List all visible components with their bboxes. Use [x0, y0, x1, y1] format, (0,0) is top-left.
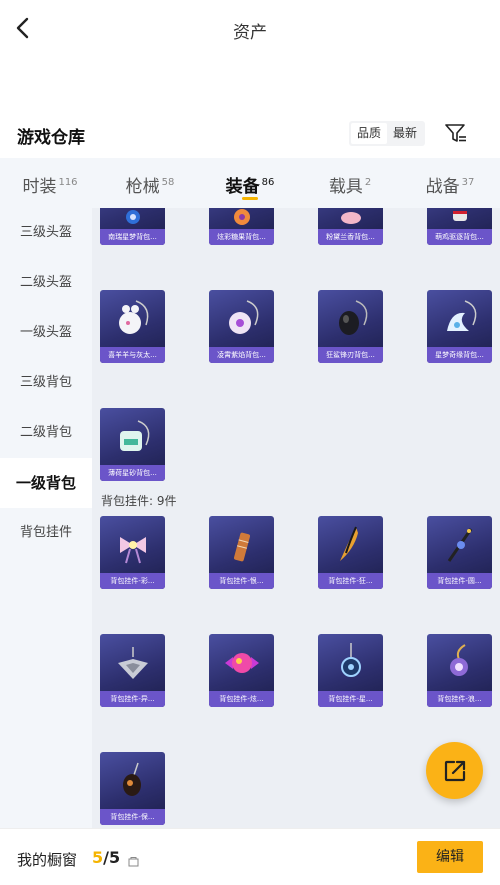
charm-thumbnail	[209, 634, 274, 690]
backpack-thumbnail	[100, 208, 165, 228]
tab-firearms[interactable]: 枪械 58	[100, 158, 200, 208]
item-card[interactable]: 背包挂件-浪...	[427, 634, 492, 707]
showcase-count-used: 5	[92, 848, 104, 867]
sort-quality-button[interactable]: 品质	[351, 123, 388, 144]
item-name: 背包挂件-恨...	[209, 573, 274, 589]
charms-group-label: 背包挂件: 9件	[101, 494, 177, 508]
backpack-thumbnail	[318, 208, 383, 228]
tab-count: 86	[261, 177, 275, 189]
item-card[interactable]: 狂鲨锋刃背包...	[318, 290, 383, 363]
filter-icon	[445, 124, 466, 142]
charm-thumbnail	[427, 516, 492, 572]
page-title: 资产	[233, 23, 267, 43]
item-grid: 南瑞星梦背包... 炫彩糖果背包... 粉黛兰香背包... 萌鸡驱逐背包... …	[92, 208, 500, 828]
item-card[interactable]: 背包挂件-狂...	[318, 516, 383, 589]
item-name: 喜羊羊与灰太...	[100, 347, 165, 363]
tab-count: 2	[364, 177, 372, 189]
item-name: 炫彩糖果背包...	[209, 229, 274, 245]
sort-toggle: 品质 最新	[349, 121, 426, 146]
tab-count: 37	[461, 177, 475, 189]
backpack-thumbnail	[318, 290, 383, 346]
backpack-thumbnail	[100, 290, 165, 346]
tab-fashion[interactable]: 时装 116	[0, 158, 100, 208]
bottom-bar: 我的橱窗 5/5 编辑	[0, 828, 500, 885]
sidebar-item-backpack-1[interactable]: 一级背包	[0, 458, 92, 508]
item-name: 狂鲨锋刃背包...	[318, 347, 383, 363]
item-card[interactable]: 凌霄紫焰背包...	[209, 290, 274, 363]
item-name: 背包挂件-异...	[100, 691, 165, 707]
charm-thumbnail	[318, 634, 383, 690]
charm-thumbnail	[318, 516, 383, 572]
item-card[interactable]: 背包挂件-星...	[318, 634, 383, 707]
sidebar-item-backpack-3[interactable]: 三级背包	[0, 358, 92, 408]
item-card[interactable]: 炫彩糖果背包...	[209, 208, 274, 245]
item-name: 星梦奇缘背包...	[427, 347, 492, 363]
sidebar-item-helmet-3[interactable]: 三级头盔	[0, 208, 92, 258]
item-card[interactable]: 背包挂件-炫...	[209, 634, 274, 707]
sidebar-item-backpack-2[interactable]: 二级背包	[0, 408, 92, 458]
item-card[interactable]: 萌鸡驱逐背包...	[427, 208, 492, 245]
category-tabs: 时装 116 枪械 58 装备 86 载具 2 战备 37	[0, 158, 500, 208]
sidebar-item-helmet-2[interactable]: 二级头盔	[0, 258, 92, 308]
charm-thumbnail	[100, 752, 165, 808]
item-card[interactable]: 背包挂件-彩...	[100, 516, 165, 589]
item-card[interactable]: 背包挂件-异...	[100, 634, 165, 707]
sidebar-item-helmet-1[interactable]: 一级头盔	[0, 308, 92, 358]
item-name: 背包挂件-炫...	[209, 691, 274, 707]
share-button[interactable]	[426, 742, 483, 799]
tab-label: 装备	[225, 177, 260, 197]
item-card[interactable]: 喜羊羊与灰太...	[100, 290, 165, 363]
sidebar-item-backpack-charms[interactable]: 背包挂件	[0, 508, 92, 558]
showcase-count-total: 5	[108, 848, 121, 867]
info-icon[interactable]	[128, 852, 139, 867]
backpack-thumbnail	[209, 290, 274, 346]
tab-combat-gear[interactable]: 战备 37	[400, 158, 500, 208]
item-card[interactable]: 背包挂件-恨...	[209, 516, 274, 589]
item-card[interactable]: 粉黛兰香背包...	[318, 208, 383, 245]
backpack-thumbnail	[209, 208, 274, 228]
tab-equipment[interactable]: 装备 86	[200, 158, 300, 208]
item-card[interactable]: 薄荷星砂背包...	[100, 408, 165, 481]
item-name: 背包挂件-浪...	[427, 691, 492, 707]
backpack-thumbnail	[100, 408, 165, 464]
tab-label: 枪械	[125, 177, 160, 197]
showcase-count: 5/5	[92, 848, 120, 867]
tab-count: 116	[58, 177, 78, 189]
showcase-label: 我的橱窗	[17, 851, 78, 869]
item-name: 萌鸡驱逐背包...	[427, 229, 492, 245]
item-name: 背包挂件-星...	[318, 691, 383, 707]
active-tab-indicator	[242, 197, 258, 200]
tab-vehicles[interactable]: 载具 2	[300, 158, 400, 208]
item-name: 背包挂件-狂...	[318, 573, 383, 589]
tab-count: 58	[161, 177, 175, 189]
item-card[interactable]: 星梦奇缘背包...	[427, 290, 492, 363]
item-card[interactable]: 南瑞星梦背包...	[100, 208, 165, 245]
filter-button[interactable]	[444, 122, 468, 144]
item-name: 薄荷星砂背包...	[100, 465, 165, 481]
top-bar: 资产	[0, 0, 500, 60]
share-icon	[444, 760, 465, 781]
tab-label: 战备	[425, 177, 460, 197]
section-title: 游戏仓库	[17, 128, 85, 148]
sidebar: 三级头盔 二级头盔 一级头盔 三级背包 二级背包 一级背包 背包挂件	[0, 208, 92, 828]
item-name: 背包挂件-彩...	[100, 573, 165, 589]
backpack-thumbnail	[427, 208, 492, 228]
charm-thumbnail	[209, 516, 274, 572]
item-card[interactable]: 背包挂件-圆...	[427, 516, 492, 589]
item-name: 背包挂件-圆...	[427, 573, 492, 589]
edit-button[interactable]: 编辑	[417, 841, 483, 873]
item-name: 凌霄紫焰背包...	[209, 347, 274, 363]
backpack-thumbnail	[427, 290, 492, 346]
charm-thumbnail	[100, 634, 165, 690]
charm-thumbnail	[427, 634, 492, 690]
item-name: 粉黛兰香背包...	[318, 229, 383, 245]
tab-label: 时装	[22, 177, 57, 197]
charm-thumbnail	[100, 516, 165, 572]
item-card[interactable]: 背包挂件-保...	[100, 752, 165, 825]
sort-newest-button[interactable]: 最新	[387, 123, 423, 144]
tab-label: 载具	[328, 177, 363, 197]
item-name: 南瑞星梦背包...	[100, 229, 165, 245]
item-name: 背包挂件-保...	[100, 809, 165, 825]
